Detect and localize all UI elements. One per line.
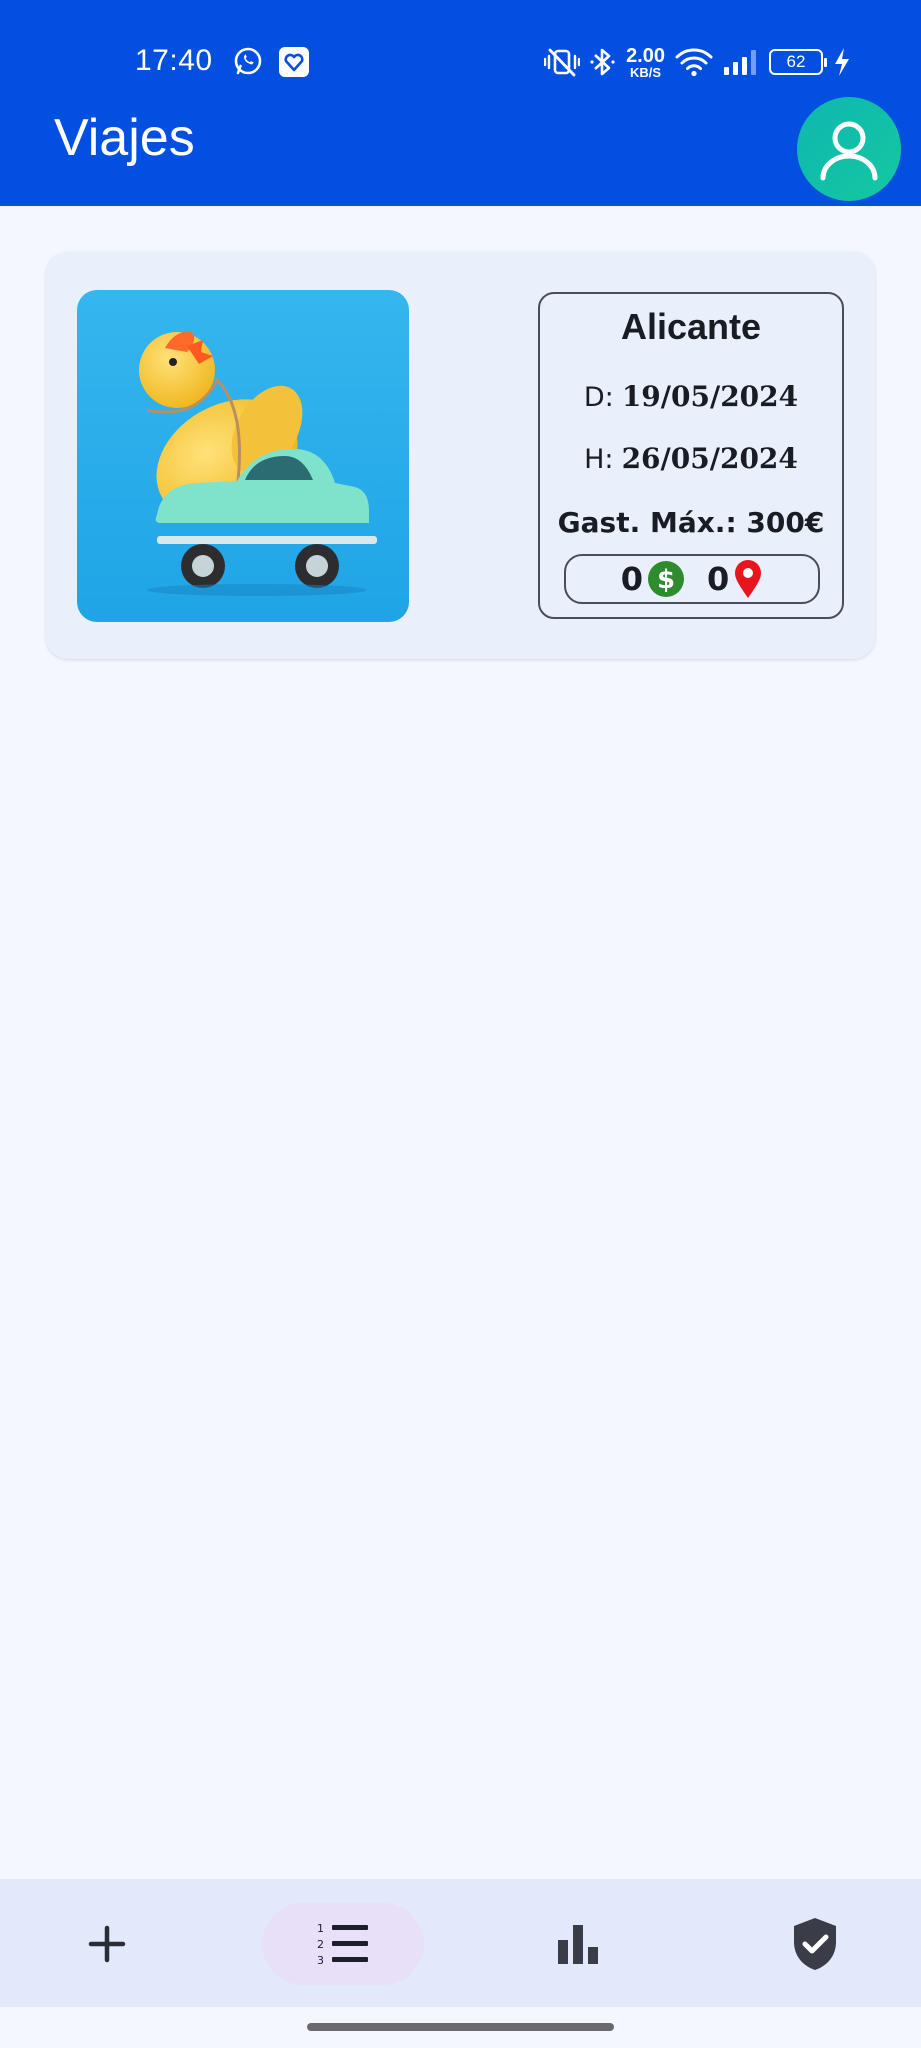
- charging-icon: [835, 48, 849, 76]
- svg-text:2: 2: [317, 1938, 324, 1951]
- dollar-icon: $: [648, 561, 684, 597]
- bluetooth-icon: [590, 48, 615, 76]
- profile-avatar-button[interactable]: [797, 97, 901, 201]
- speed-unit: KB/S: [630, 64, 662, 80]
- home-gesture-bar[interactable]: [307, 2023, 614, 2031]
- wifi-icon: [675, 48, 713, 77]
- bar-chart-icon: [558, 1925, 598, 1964]
- trip-info-box: Alicante D: 19/05/2024 H: 26/05/2024 Gas…: [538, 292, 844, 619]
- battery-level: 62: [786, 52, 806, 71]
- app-notification-icon: [279, 47, 309, 77]
- svg-text:$: $: [657, 565, 675, 595]
- trip-max-budget: Gast. Máx.: 300€: [557, 506, 825, 539]
- expenses-counter: 0 $: [621, 560, 685, 598]
- speed-value: 2.00: [626, 44, 665, 67]
- end-date-value: 26/05/2024: [621, 442, 798, 475]
- trip-photo: [77, 290, 409, 622]
- trip-start-date: D: 19/05/2024: [540, 380, 842, 414]
- numbered-list-icon: 1 2 3: [317, 1922, 368, 1967]
- whatsapp-icon: [234, 47, 262, 75]
- start-date-label: D:: [583, 382, 614, 413]
- plus-icon: [88, 1925, 126, 1963]
- app-header: 17:40 2.00 KB/S 62 Viajes: [0, 0, 921, 206]
- location-pin-icon: [735, 560, 762, 598]
- page-title: Viajes: [54, 109, 195, 167]
- mute-vibrate-icon: [544, 48, 581, 77]
- status-time: 17:40: [135, 44, 213, 77]
- start-date-value: 19/05/2024: [621, 380, 799, 413]
- shield-check-icon: [794, 1918, 836, 1970]
- places-counter: 0: [707, 559, 763, 599]
- trip-counters: 0 $ 0: [564, 554, 820, 604]
- expenses-count: 0: [620, 560, 643, 598]
- user-icon: [820, 121, 878, 181]
- duck-on-car-photo: [77, 290, 409, 622]
- nav-add-button[interactable]: [26, 1903, 188, 1985]
- places-count: 0: [707, 560, 730, 598]
- svg-text:3: 3: [317, 1954, 324, 1967]
- nav-stats-button[interactable]: [497, 1903, 659, 1985]
- svg-text:1: 1: [317, 1922, 324, 1935]
- network-speed: 2.00 KB/S: [626, 46, 665, 79]
- end-date-label: H:: [584, 444, 614, 475]
- status-right-icons: 2.00 KB/S 62: [544, 44, 851, 80]
- trip-card[interactable]: Alicante D: 19/05/2024 H: 26/05/2024 Gas…: [46, 252, 875, 659]
- nav-list-button[interactable]: 1 2 3: [262, 1903, 424, 1985]
- trip-city: Alicante: [620, 306, 762, 347]
- signal-icon: [724, 50, 756, 75]
- battery-indicator: 62: [769, 49, 827, 75]
- bottom-navigation: 1 2 3: [0, 1879, 921, 2007]
- trip-end-date: H: 26/05/2024: [540, 442, 842, 476]
- nav-privacy-button[interactable]: [734, 1903, 896, 1985]
